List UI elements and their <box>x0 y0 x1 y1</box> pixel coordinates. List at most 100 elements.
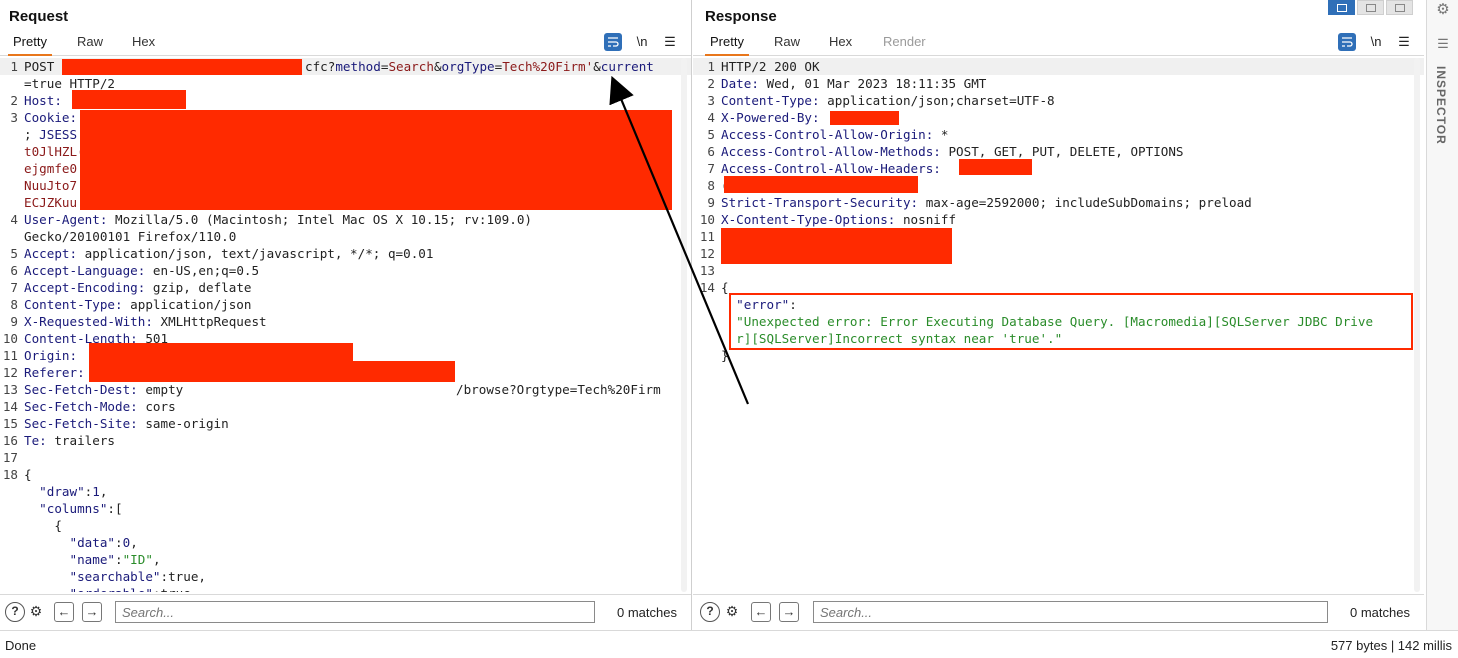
line-number: 13 <box>2 382 18 397</box>
code-text: HTTP/2 200 OK <box>721 59 820 74</box>
code-text: Accept: application/json, text/javascrip… <box>24 246 434 261</box>
line-number: 14 <box>2 399 18 414</box>
code-line: 3 Content-Type: application/json;charset=… <box>693 92 1424 109</box>
request-settings-gear-icon[interactable]: ⚙ <box>26 602 46 622</box>
code-line: "columns":[ <box>0 500 691 517</box>
line-number: 11 <box>699 229 715 244</box>
referer-tail: /browse?Orgtype=Tech%20Firm <box>456 382 661 397</box>
code-text: Sec-Fetch-Site: same-origin <box>24 416 229 431</box>
code-line: 5 Access-Control-Allow-Origin: * <box>693 126 1424 143</box>
response-tab-hex[interactable]: Hex <box>824 32 857 56</box>
code-text: Cookie: <box>24 110 78 125</box>
inspector-label[interactable]: INSPECTOR <box>1434 66 1448 145</box>
response-tab-pretty[interactable]: Pretty <box>705 32 749 56</box>
code-text: "draw":1, <box>24 484 108 499</box>
request-search-prev-arrow-icon[interactable]: ← <box>54 602 74 622</box>
code-text: Te: trailers <box>24 433 115 448</box>
line-number: 6 <box>707 144 715 159</box>
line-number: 5 <box>707 127 715 142</box>
response-search-input[interactable] <box>813 601 1328 623</box>
code-text: Referer: <box>24 365 85 380</box>
response-help-icon[interactable]: ? <box>700 602 720 622</box>
response-tabs: Pretty Raw Hex Render <box>693 32 1424 56</box>
code-line: 16 Te: trailers <box>0 432 691 449</box>
request-word-wrap-icon[interactable] <box>604 33 622 51</box>
code-line: 8 Content-Type: application/json <box>0 296 691 313</box>
line-number: 3 <box>707 93 715 108</box>
code-line: 15 Sec-Fetch-Site: same-origin <box>0 415 691 432</box>
tabs-icon <box>1395 4 1405 12</box>
response-settings-gear-icon[interactable]: ⚙ <box>722 602 742 622</box>
code-line: "name":"ID", <box>0 551 691 568</box>
inspector-settings-gear-icon[interactable]: ⚙ <box>1427 0 1458 18</box>
code-line: 13 <box>693 262 1424 279</box>
request-tab-hex[interactable]: Hex <box>127 32 160 56</box>
response-tab-render[interactable]: Render <box>878 32 931 56</box>
code-line: "draw":1, <box>0 483 691 500</box>
redaction-origin <box>89 343 353 363</box>
line-number: 9 <box>10 314 18 329</box>
line-number: 16 <box>2 433 18 448</box>
line-number: 1 <box>707 59 715 74</box>
request-search-next-arrow-icon[interactable]: → <box>82 602 102 622</box>
response-menu-icon[interactable]: ☰ <box>1394 32 1414 52</box>
request-menu-icon[interactable]: ☰ <box>660 32 680 52</box>
code-line: 7 Access-Control-Allow-Headers: <box>693 160 1424 177</box>
code-line: "data":0, <box>0 534 691 551</box>
code-line: 4 X-Powered-By: <box>693 109 1424 126</box>
response-tab-raw[interactable]: Raw <box>769 32 805 56</box>
response-search-next-arrow-icon[interactable]: → <box>779 602 799 622</box>
request-newline-toggle[interactable]: \n <box>632 32 652 52</box>
code-line: 2 Date: Wed, 01 Mar 2023 18:11:35 GMT <box>693 75 1424 92</box>
code-line: 6 Accept-Language: en-US,en;q=0.5 <box>0 262 691 279</box>
code-line: 17 <box>0 449 691 466</box>
request-line-tail: cfc?method=Search&orgType=Tech%20Firm'&c… <box>305 59 654 74</box>
layout-split-horizontal-button[interactable] <box>1328 0 1355 15</box>
layout-tabs-button[interactable] <box>1386 0 1413 15</box>
redaction-host <box>72 90 186 109</box>
line-number: 14 <box>699 280 715 295</box>
request-title: Request <box>9 8 69 25</box>
line-number: 6 <box>10 263 18 278</box>
request-tab-raw[interactable]: Raw <box>72 32 108 56</box>
code-text: ECJZKuu <box>24 195 78 210</box>
code-text: "orderable":true, <box>24 585 198 592</box>
line-number: 10 <box>699 212 715 227</box>
line-number: 13 <box>699 263 715 278</box>
status-text: Done <box>5 638 37 653</box>
code-text: { <box>24 518 62 533</box>
response-newline-toggle[interactable]: \n <box>1366 32 1386 52</box>
line-number: 2 <box>10 93 18 108</box>
code-text: "name":"ID", <box>24 552 161 567</box>
code-text: Host: <box>24 93 62 108</box>
layout-split-vertical-button[interactable] <box>1357 0 1384 15</box>
code-text: Access-Control-Allow-Headers: <box>721 161 941 176</box>
layout-toggle-group <box>1328 0 1413 15</box>
line-number: 8 <box>10 297 18 312</box>
status-bar: Done 577 bytes | 142 millis <box>0 630 1458 658</box>
response-word-wrap-icon[interactable] <box>1338 33 1356 51</box>
line-number: 5 <box>10 246 18 261</box>
code-line: 4 User-Agent: Mozilla/5.0 (Macintosh; Int… <box>0 211 691 228</box>
line-number: 4 <box>10 212 18 227</box>
line-number: 4 <box>707 110 715 125</box>
code-text: "columns":[ <box>24 501 123 516</box>
inspector-menu-icon[interactable]: ☰ <box>1427 36 1458 52</box>
code-text: ; JSESS <box>24 127 78 142</box>
line-number: 2 <box>707 76 715 91</box>
request-search-input[interactable] <box>115 601 595 623</box>
request-scrollbar[interactable] <box>681 58 687 592</box>
response-search-prev-arrow-icon[interactable]: ← <box>751 602 771 622</box>
request-tab-pretty[interactable]: Pretty <box>8 32 52 56</box>
code-text: X-Requested-With: XMLHttpRequest <box>24 314 267 329</box>
code-text: } <box>721 348 729 363</box>
code-line: 18 { <box>0 466 691 483</box>
response-scrollbar[interactable] <box>1414 58 1420 592</box>
request-help-icon[interactable]: ? <box>5 602 25 622</box>
code-line: 7 Accept-Encoding: gzip, deflate <box>0 279 691 296</box>
code-text: Gecko/20100101 Firefox/110.0 <box>24 229 237 244</box>
response-searchbar: ? ⚙ ← → 0 matches <box>693 594 1424 628</box>
code-text: { <box>24 467 32 482</box>
code-line: 1 HTTP/2 200 OK <box>693 58 1424 75</box>
code-text: User-Agent: Mozilla/5.0 (Macintosh; Inte… <box>24 212 533 227</box>
